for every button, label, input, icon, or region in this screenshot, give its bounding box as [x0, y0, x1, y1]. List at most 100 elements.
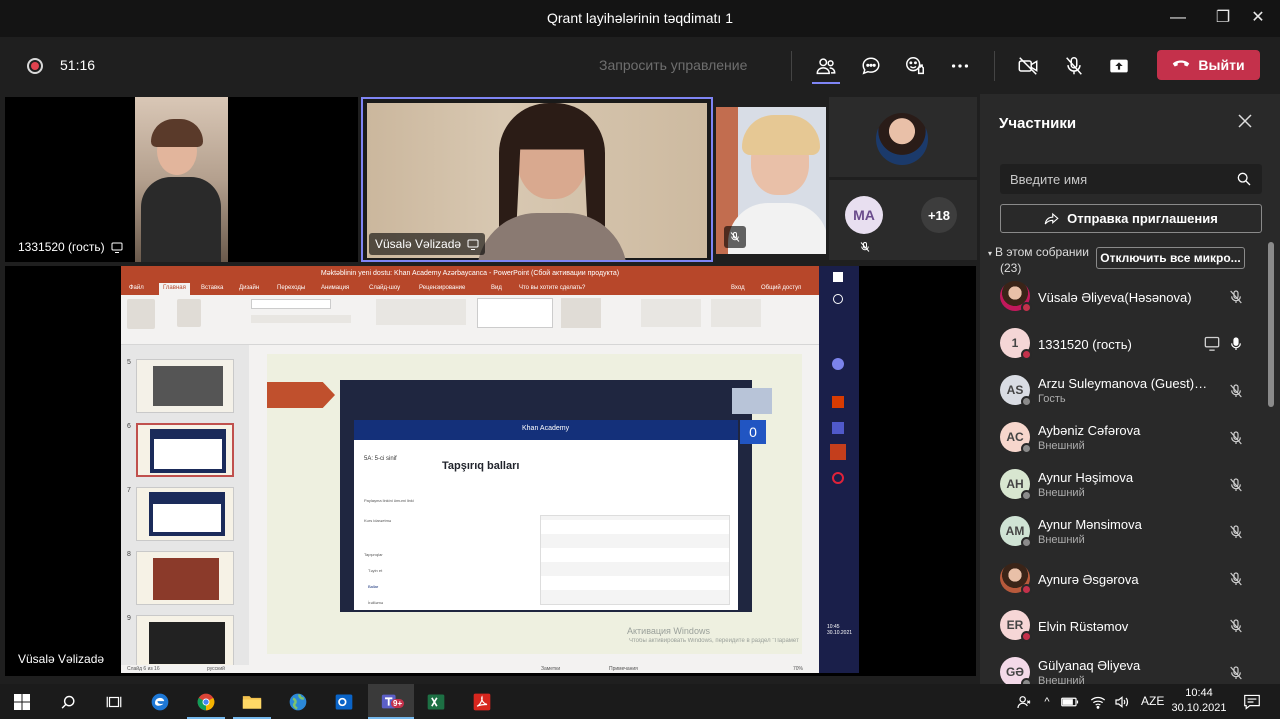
participant-row[interactable]: AS Arzu Suleymanova (Guest) (ro... Гость — [1000, 371, 1262, 415]
participant-row[interactable]: AC Aybəniz Cəfərova Внешний — [1000, 418, 1262, 462]
excel-taskbar-icon[interactable] — [422, 689, 450, 715]
close-panel-button[interactable] — [1235, 112, 1255, 132]
slide-thumbnail-selected[interactable] — [136, 423, 234, 477]
remote-search-icon — [833, 294, 843, 304]
close-window-button[interactable]: ✕ — [1243, 6, 1273, 30]
participant-role: Гость — [1038, 393, 1066, 405]
participants-button[interactable] — [810, 51, 842, 81]
network-tray-icon[interactable] — [1086, 689, 1110, 715]
participant-row[interactable]: AH Aynur Həşimova Внешний — [1000, 465, 1262, 509]
send-invite-button[interactable]: Отправка приглашения — [1000, 204, 1262, 233]
input-language[interactable]: AZE — [1141, 694, 1164, 708]
ppt-tab[interactable]: Рецензирование — [419, 285, 465, 291]
ppt-tab[interactable]: Вставка — [201, 285, 223, 291]
outlook-taskbar-icon[interactable] — [330, 689, 358, 715]
chat-button[interactable] — [855, 51, 887, 81]
slide-thumbnail[interactable] — [136, 615, 234, 669]
ppt-tab[interactable]: Слайд-шоу — [369, 285, 400, 291]
mute-all-button[interactable]: Отключить все микро... — [1096, 247, 1245, 269]
participant-photo-avatar — [876, 113, 928, 165]
ppt-tab[interactable]: Переходы — [277, 285, 305, 291]
maximize-button[interactable]: ❐ — [1208, 6, 1238, 30]
close-icon — [1238, 114, 1252, 128]
ppt-tell-me[interactable]: Что вы хотите сделать? — [519, 285, 585, 291]
chrome-icon — [197, 693, 215, 711]
send-invite-label: Отправка приглашения — [1067, 211, 1218, 226]
explorer-taskbar-icon[interactable] — [238, 689, 266, 715]
participant-name: Aybəniz Cəfərova — [1038, 423, 1141, 438]
volume-tray-icon[interactable] — [1110, 689, 1134, 715]
leave-button[interactable]: Выйти — [1157, 50, 1260, 80]
video-tile-participant[interactable] — [716, 107, 826, 254]
search-taskbar-button[interactable] — [54, 689, 82, 715]
active-tab-indicator — [812, 82, 840, 84]
video-tile-active-speaker[interactable]: Vüsalə Vəlizadə — [361, 97, 713, 262]
speaker-icon — [1115, 696, 1129, 708]
ppt-share[interactable]: Общий доступ — [761, 285, 801, 291]
action-center-button[interactable] — [1238, 689, 1266, 715]
participant-search-input[interactable] — [1010, 170, 1230, 188]
window-title: Qrant layihələrinin təqdimatı 1 — [547, 10, 733, 26]
ppt-tab[interactable]: Файл — [129, 285, 144, 291]
participant-row[interactable]: Vüsalə Əliyeva(Həsənova) — [1000, 277, 1262, 321]
ppt-tab[interactable]: Анимация — [321, 285, 349, 291]
browser-taskbar-icon[interactable] — [284, 689, 312, 715]
participant-role: Внешний — [1038, 534, 1085, 546]
mic-off-icon — [860, 242, 870, 252]
ppt-login[interactable]: Вход — [731, 285, 745, 291]
khan-sidebar-item: İrəliləmə — [368, 600, 384, 605]
participant-photo-tile[interactable] — [829, 97, 977, 177]
ppt-title-bar: Məktəblinin yeni dostu: Khan Academy Azə… — [121, 266, 819, 282]
mic-off-icon — [730, 232, 740, 242]
participant-name: Vüsalə Əliyeva(Həsənova) — [1038, 290, 1192, 305]
participant-name: Aynur Mənsimova — [1038, 517, 1142, 532]
khan-sidebar-item: Paylaşma linkini ümumi linki — [364, 498, 414, 503]
slide-canvas[interactable]: Khan Academy 5A: 5-ci sinif Tapşırıq bal… — [267, 354, 802, 654]
reactions-button[interactable] — [899, 51, 931, 81]
slide-thumbnail[interactable] — [136, 487, 234, 541]
battery-tray-icon[interactable] — [1058, 689, 1082, 715]
request-control-button[interactable]: Запросить управление — [599, 57, 747, 73]
ppt-tab[interactable]: Вид — [491, 285, 502, 291]
powerpoint-window: Məktəblinin yeni dostu: Khan Academy Azə… — [121, 266, 819, 673]
people-tray-icon[interactable] — [1010, 689, 1038, 715]
system-clock[interactable]: 10:44 30.10.2021 — [1170, 686, 1228, 716]
ppt-comments-button[interactable]: Примечания — [609, 666, 638, 672]
ppt-tab-active[interactable]: Главная — [159, 283, 190, 295]
camera-toggle-button[interactable] — [1012, 51, 1044, 81]
mic-toggle-button[interactable] — [1058, 51, 1090, 81]
participant-row[interactable]: 1 1331520 (гость) — [1000, 324, 1262, 368]
participant-row[interactable]: AM Aynur Mənsimova Внешний — [1000, 512, 1262, 556]
khan-class: 5A: 5-ci sinif — [364, 456, 397, 462]
slide-number: 8 — [127, 551, 131, 558]
more-participants-count[interactable]: +18 — [921, 197, 957, 233]
remote-taskbar-strip: 10:45 30.10.2021 — [819, 266, 859, 673]
mic-off-icon — [1228, 383, 1246, 401]
participant-search[interactable] — [1000, 164, 1262, 194]
phone-hangup-icon — [1173, 60, 1190, 67]
more-actions-button[interactable] — [944, 51, 976, 81]
presenter-name: Vüsalə Vəlizadə — [18, 652, 105, 666]
tray-chevron-icon[interactable]: ^ — [1038, 689, 1056, 715]
task-view-button[interactable] — [100, 689, 128, 715]
ppt-notes-button[interactable]: Заметки — [541, 666, 560, 672]
acrobat-taskbar-icon[interactable] — [468, 689, 496, 715]
in-meeting-section-header[interactable]: ▾ В этом собрании (23) — [988, 245, 1089, 275]
participants-panel: Участники Отправка приглашения ▾В этом с… — [980, 94, 1280, 689]
chrome-taskbar-icon[interactable] — [192, 689, 220, 715]
slide-thumbnail[interactable] — [136, 551, 234, 605]
edge-taskbar-icon[interactable] — [146, 689, 174, 715]
participant-row[interactable]: ER Elvin Rüstəmov — [1000, 606, 1262, 650]
overflow-tiles[interactable]: MA +18 — [829, 180, 977, 260]
panel-scrollbar[interactable] — [1268, 242, 1274, 407]
slide-thumbnail[interactable] — [136, 359, 234, 413]
video-tile-guest[interactable]: 1331520 (гость) — [5, 97, 358, 262]
start-button[interactable] — [8, 689, 36, 715]
minimize-button[interactable]: — — [1163, 6, 1193, 30]
share-screen-button[interactable] — [1103, 51, 1135, 81]
in-meeting-count: (23) — [1000, 261, 1022, 275]
participant-row[interactable]: Aynurə Əsgərova — [1000, 559, 1262, 603]
teams-taskbar-icon[interactable]: 9+ — [377, 689, 405, 715]
teams-badge: 9+ — [391, 699, 405, 708]
ppt-tab[interactable]: Дизайн — [239, 285, 259, 291]
